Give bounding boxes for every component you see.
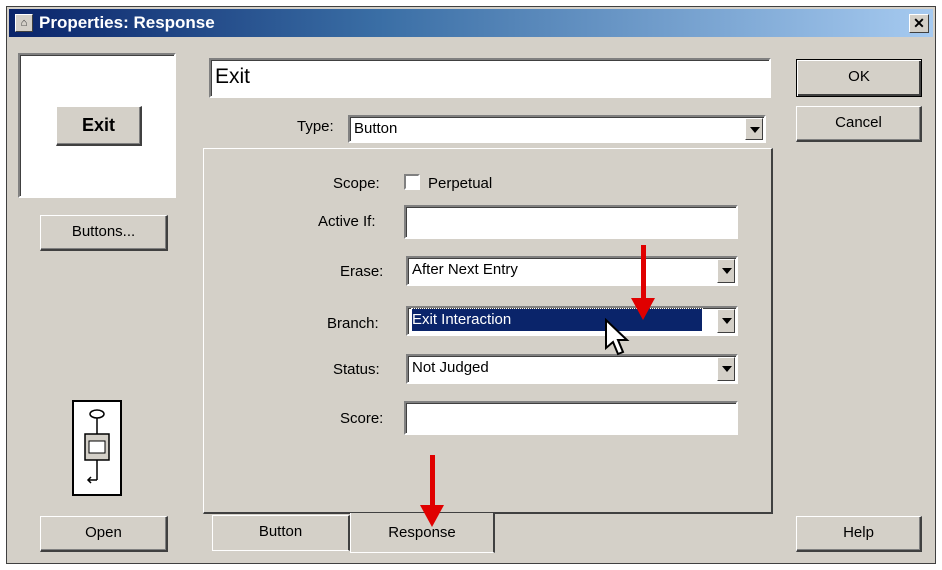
chevron-down-icon[interactable] bbox=[717, 259, 735, 283]
score-field[interactable] bbox=[404, 401, 738, 435]
chevron-down-icon[interactable] bbox=[717, 309, 735, 333]
type-label: Type: bbox=[297, 118, 334, 135]
scope-label: Scope: bbox=[333, 175, 380, 192]
status-label: Status: bbox=[333, 361, 380, 378]
close-icon: ✕ bbox=[913, 15, 925, 31]
perpetual-label: Perpetual bbox=[428, 175, 493, 192]
help-button[interactable]: Help bbox=[796, 516, 922, 552]
active-if-label: Active If: bbox=[318, 213, 376, 230]
name-field[interactable]: Exit bbox=[209, 58, 771, 98]
branch-dropdown[interactable]: Exit Interaction bbox=[406, 306, 738, 336]
active-if-field[interactable] bbox=[404, 205, 738, 239]
erase-value: After Next Entry bbox=[412, 261, 518, 278]
erase-dropdown[interactable]: After Next Entry bbox=[406, 256, 738, 286]
annotation-arrow-tab-shaft bbox=[430, 455, 435, 507]
flowline-icon bbox=[72, 400, 122, 496]
type-dropdown[interactable]: Button bbox=[348, 115, 766, 143]
preview-exit-button: Exit bbox=[56, 106, 142, 146]
title-bar[interactable]: ⌂ Properties: Response ✕ bbox=[9, 9, 933, 37]
open-button[interactable]: Open bbox=[40, 516, 168, 552]
annotation-arrow-branch-icon bbox=[631, 298, 655, 320]
erase-label: Erase: bbox=[340, 263, 384, 280]
close-button[interactable]: ✕ bbox=[909, 14, 929, 33]
perpetual-checkbox[interactable] bbox=[404, 174, 420, 190]
branch-label: Branch: bbox=[327, 315, 379, 332]
annotation-arrow-branch-shaft bbox=[641, 245, 646, 300]
window-title: Properties: Response bbox=[39, 13, 215, 32]
tab-button[interactable]: Button bbox=[212, 515, 350, 551]
ok-button[interactable]: OK bbox=[796, 59, 922, 97]
annotation-arrow-tab-icon bbox=[420, 505, 444, 527]
buttons-button[interactable]: Buttons... bbox=[40, 215, 168, 251]
mouse-cursor-icon bbox=[605, 318, 630, 356]
branch-value: Exit Interaction bbox=[411, 308, 703, 332]
chevron-down-icon[interactable] bbox=[717, 357, 735, 381]
score-label: Score: bbox=[340, 410, 384, 427]
status-value: Not Judged bbox=[412, 359, 489, 376]
chevron-down-icon[interactable] bbox=[745, 118, 763, 140]
status-dropdown[interactable]: Not Judged bbox=[406, 354, 738, 384]
type-value: Button bbox=[354, 120, 398, 137]
app-icon: ⌂ bbox=[15, 14, 33, 32]
cancel-button[interactable]: Cancel bbox=[796, 106, 922, 142]
